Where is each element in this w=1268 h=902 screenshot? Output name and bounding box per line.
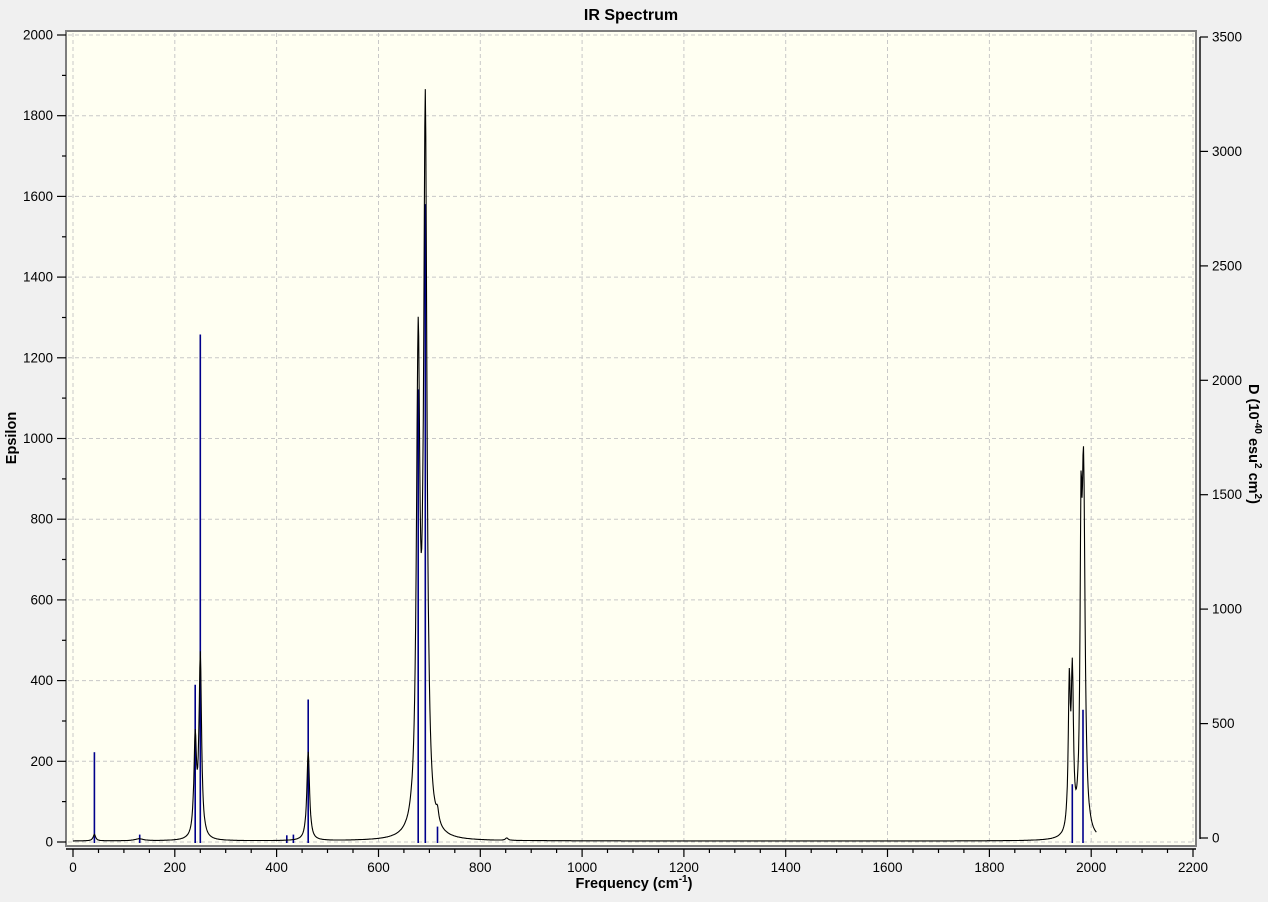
svg-text:2500: 2500 bbox=[1212, 258, 1242, 273]
svg-text:1000: 1000 bbox=[1212, 602, 1242, 617]
svg-text:0: 0 bbox=[45, 835, 53, 850]
svg-text:500: 500 bbox=[1212, 716, 1235, 731]
svg-text:1200: 1200 bbox=[23, 350, 53, 365]
svg-text:600: 600 bbox=[367, 860, 390, 875]
svg-text:600: 600 bbox=[30, 592, 53, 607]
svg-text:2000: 2000 bbox=[1212, 373, 1242, 388]
svg-text:800: 800 bbox=[30, 512, 53, 527]
svg-text:1000: 1000 bbox=[567, 860, 597, 875]
svg-text:1800: 1800 bbox=[23, 108, 53, 123]
right-y-axis-label: D (10-40 esu2 cm2) bbox=[1245, 384, 1263, 504]
ir-spectrum-window: 0 200 400 600 800 1000 1200 1400 1600 1800 2000 0 20… bbox=[0, 0, 1268, 902]
svg-text:200: 200 bbox=[30, 754, 53, 769]
svg-text:3500: 3500 bbox=[1212, 30, 1242, 45]
svg-text:1400: 1400 bbox=[771, 860, 801, 875]
svg-text:0: 0 bbox=[1212, 831, 1220, 846]
svg-text:1400: 1400 bbox=[23, 270, 53, 285]
svg-text:1600: 1600 bbox=[23, 189, 53, 204]
svg-text:1600: 1600 bbox=[872, 860, 902, 875]
svg-text:0: 0 bbox=[69, 860, 77, 875]
svg-text:1200: 1200 bbox=[669, 860, 699, 875]
svg-text:2000: 2000 bbox=[1076, 860, 1106, 875]
left-y-axis-label: Epsilon bbox=[4, 412, 20, 464]
x-axis-label: Frequency (cm-1) bbox=[576, 874, 693, 892]
svg-text:3000: 3000 bbox=[1212, 144, 1242, 159]
svg-text:2000: 2000 bbox=[23, 28, 53, 43]
svg-text:2200: 2200 bbox=[1178, 860, 1208, 875]
svg-text:400: 400 bbox=[30, 673, 53, 688]
svg-text:1000: 1000 bbox=[23, 431, 53, 446]
svg-text:1800: 1800 bbox=[974, 860, 1004, 875]
ir-spectrum-chart: 02004006008001000120014001600180020000 20… bbox=[0, 0, 1268, 902]
svg-text:800: 800 bbox=[469, 860, 492, 875]
svg-text:200: 200 bbox=[164, 860, 187, 875]
svg-text:400: 400 bbox=[265, 860, 288, 875]
chart-title: IR Spectrum bbox=[584, 7, 678, 24]
svg-text:1500: 1500 bbox=[1212, 487, 1242, 502]
